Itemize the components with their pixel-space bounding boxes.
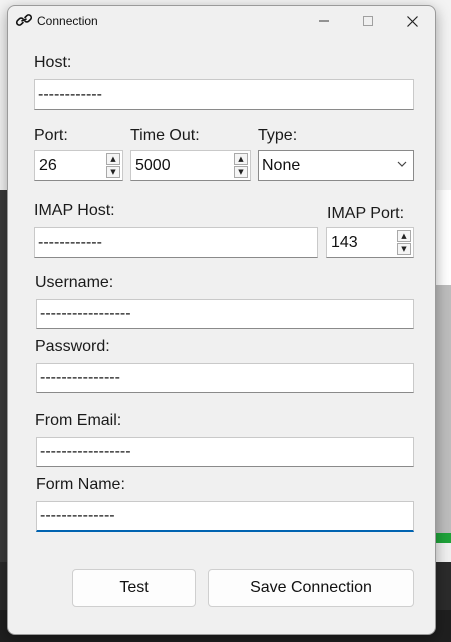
form-name-input[interactable] xyxy=(37,502,413,530)
password-field[interactable] xyxy=(36,363,414,393)
chevron-down-icon xyxy=(397,161,407,167)
form-name-field[interactable] xyxy=(36,501,414,532)
timeout-spinner[interactable]: ▲ ▼ xyxy=(130,150,251,181)
port-input[interactable] xyxy=(35,151,107,180)
imap-port-label: IMAP Port: xyxy=(327,205,405,222)
window-title: Connection xyxy=(37,14,98,28)
test-button[interactable]: Test xyxy=(72,569,196,607)
save-connection-button[interactable]: Save Connection xyxy=(208,569,414,607)
host-input[interactable] xyxy=(35,80,413,109)
from-email-label: From Email: xyxy=(35,412,122,429)
timeout-decrement-button[interactable]: ▼ xyxy=(234,166,248,178)
imap-port-input[interactable] xyxy=(327,228,398,257)
port-increment-button[interactable]: ▲ xyxy=(106,153,120,165)
minimize-button[interactable] xyxy=(302,6,346,36)
timeout-input[interactable] xyxy=(131,151,235,180)
imap-host-label: IMAP Host: xyxy=(34,202,115,219)
password-input[interactable] xyxy=(37,364,413,392)
port-decrement-button[interactable]: ▼ xyxy=(106,166,120,178)
imap-port-decrement-button[interactable]: ▼ xyxy=(397,243,411,255)
link-icon xyxy=(15,14,33,26)
imap-port-increment-button[interactable]: ▲ xyxy=(397,230,411,242)
imap-port-spinner[interactable]: ▲ ▼ xyxy=(326,227,414,258)
host-field[interactable] xyxy=(34,79,414,110)
from-email-input[interactable] xyxy=(37,438,413,466)
minimize-icon xyxy=(319,20,329,22)
from-email-field[interactable] xyxy=(36,437,414,467)
password-label: Password: xyxy=(35,338,110,355)
connection-dialog: Connection Host: Port: ▲ ▼ Time Out: ▲ ▼… xyxy=(7,5,436,635)
username-input[interactable] xyxy=(37,300,413,328)
close-button[interactable] xyxy=(390,6,434,36)
port-label: Port: xyxy=(34,127,68,144)
username-field[interactable] xyxy=(36,299,414,329)
port-spinner[interactable]: ▲ ▼ xyxy=(34,150,123,181)
imap-host-field[interactable] xyxy=(34,227,318,258)
imap-host-input[interactable] xyxy=(35,228,317,257)
close-icon xyxy=(406,15,418,27)
maximize-icon xyxy=(363,16,373,26)
maximize-button[interactable] xyxy=(346,6,390,36)
type-selected-value: None xyxy=(262,157,301,174)
username-label: Username: xyxy=(35,274,114,291)
host-label: Host: xyxy=(34,54,72,71)
title-bar: Connection xyxy=(8,6,435,36)
timeout-increment-button[interactable]: ▲ xyxy=(234,153,248,165)
type-dropdown[interactable]: None xyxy=(258,150,414,181)
form-name-label: Form Name: xyxy=(36,476,125,493)
type-label: Type: xyxy=(258,127,298,144)
timeout-label: Time Out: xyxy=(130,127,200,144)
